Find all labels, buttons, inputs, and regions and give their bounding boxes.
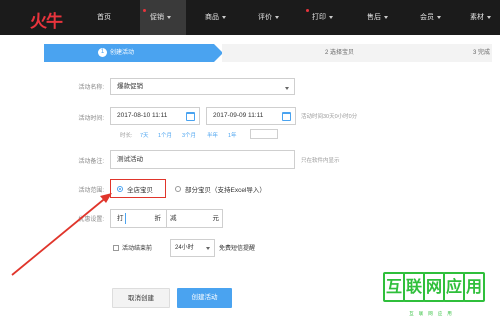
nav-item-promotion[interactable]: 促销 <box>140 0 186 35</box>
app-root: 火牛 首页 促销 商品 评价 打印 售后 会员 素材 1 创建活动 2 选择宝贝 … <box>0 0 500 329</box>
chevron-down-icon <box>487 15 491 19</box>
nav-item-reviews[interactable]: 评价 <box>258 0 279 35</box>
nav-item-members[interactable]: 会员 <box>420 0 441 35</box>
text-cursor <box>125 213 126 224</box>
duration-1-year[interactable]: 1年 <box>228 131 237 139</box>
arrow-shaft <box>11 195 109 276</box>
discount-rate-input[interactable]: 打 折 <box>110 209 167 228</box>
top-nav: 火牛 首页 促销 商品 评价 打印 售后 会员 素材 <box>0 0 500 35</box>
discount-label: 优惠设置: <box>78 217 104 223</box>
duration-1-month[interactable]: 1个月 <box>158 131 172 139</box>
scope-part-radio[interactable] <box>175 186 181 192</box>
nav-item-materials[interactable]: 素材 <box>470 0 491 35</box>
calendar-icon[interactable] <box>186 112 195 121</box>
brand-logo[interactable]: 火牛 <box>30 7 63 32</box>
end-time-input[interactable]: 2017-09-09 11:11 <box>206 107 296 125</box>
scope-part-label[interactable]: 部分宝贝（支持Excel导入） <box>185 184 266 194</box>
remind-time-select[interactable]: 24小时 <box>170 239 215 257</box>
remark-label: 活动备注: <box>78 159 104 165</box>
duration-3-months[interactable]: 3个月 <box>182 131 196 139</box>
step-complete: 3 完成 <box>472 50 490 56</box>
remind-label: 活动结束前 <box>122 246 153 252</box>
watermark-logo: 互 联 网 应 用 互联网应用 <box>383 272 485 320</box>
remind-hint: 免费短信提醒 <box>219 246 256 252</box>
remind-checkbox[interactable] <box>113 245 119 251</box>
duration-7-days[interactable]: 7天 <box>140 131 149 139</box>
step-indicator: 1 创建活动 2 选择宝贝 3 完成 <box>44 44 500 62</box>
custom-duration-input[interactable] <box>250 129 278 139</box>
chevron-down-icon <box>167 15 171 19</box>
name-label: 活动名称: <box>78 85 104 91</box>
step-select-items: 2 选择宝贝 <box>222 44 492 62</box>
chevron-down-icon <box>206 247 210 250</box>
notification-dot <box>143 9 146 12</box>
remark-hint: 只在软件内显示 <box>301 158 340 164</box>
chevron-down-icon <box>275 15 279 19</box>
nav-item-print[interactable]: 打印 <box>312 0 333 35</box>
scope-all-label[interactable]: 全店宝贝 <box>127 184 153 194</box>
discount-amount-input[interactable]: 减 元 <box>167 209 223 228</box>
nav-item-aftersales[interactable]: 售后 <box>367 0 388 35</box>
step-create-activity: 1 创建活动 <box>44 44 223 62</box>
chevron-down-icon <box>384 15 388 19</box>
step-number: 1 <box>98 47 107 57</box>
time-hint: 活动时间30天0小时0分 <box>301 114 358 120</box>
scope-all-radio[interactable] <box>117 186 123 192</box>
chevron-down-icon <box>329 15 333 19</box>
nav-item-home[interactable]: 首页 <box>97 0 111 35</box>
create-activity-button[interactable]: 创建活动 <box>177 288 232 308</box>
calendar-icon[interactable] <box>282 112 291 121</box>
chevron-down-icon <box>437 15 441 19</box>
start-time-input[interactable]: 2017-08-10 11:11 <box>110 107 200 125</box>
chevron-down-icon <box>285 87 289 90</box>
nav-item-products[interactable]: 商品 <box>205 0 226 35</box>
duration-label: 时长: <box>120 133 133 139</box>
scope-label: 活动范围: <box>78 188 104 194</box>
time-label: 活动时间: <box>78 116 104 122</box>
duration-half-year[interactable]: 半年 <box>207 131 218 139</box>
notification-dot <box>306 9 309 12</box>
remark-input[interactable]: 测试活动 <box>110 150 295 169</box>
activity-name-select[interactable]: 爆款促销 <box>110 78 295 95</box>
cancel-button[interactable]: 取消创建 <box>112 288 170 308</box>
chevron-down-icon <box>222 15 226 19</box>
